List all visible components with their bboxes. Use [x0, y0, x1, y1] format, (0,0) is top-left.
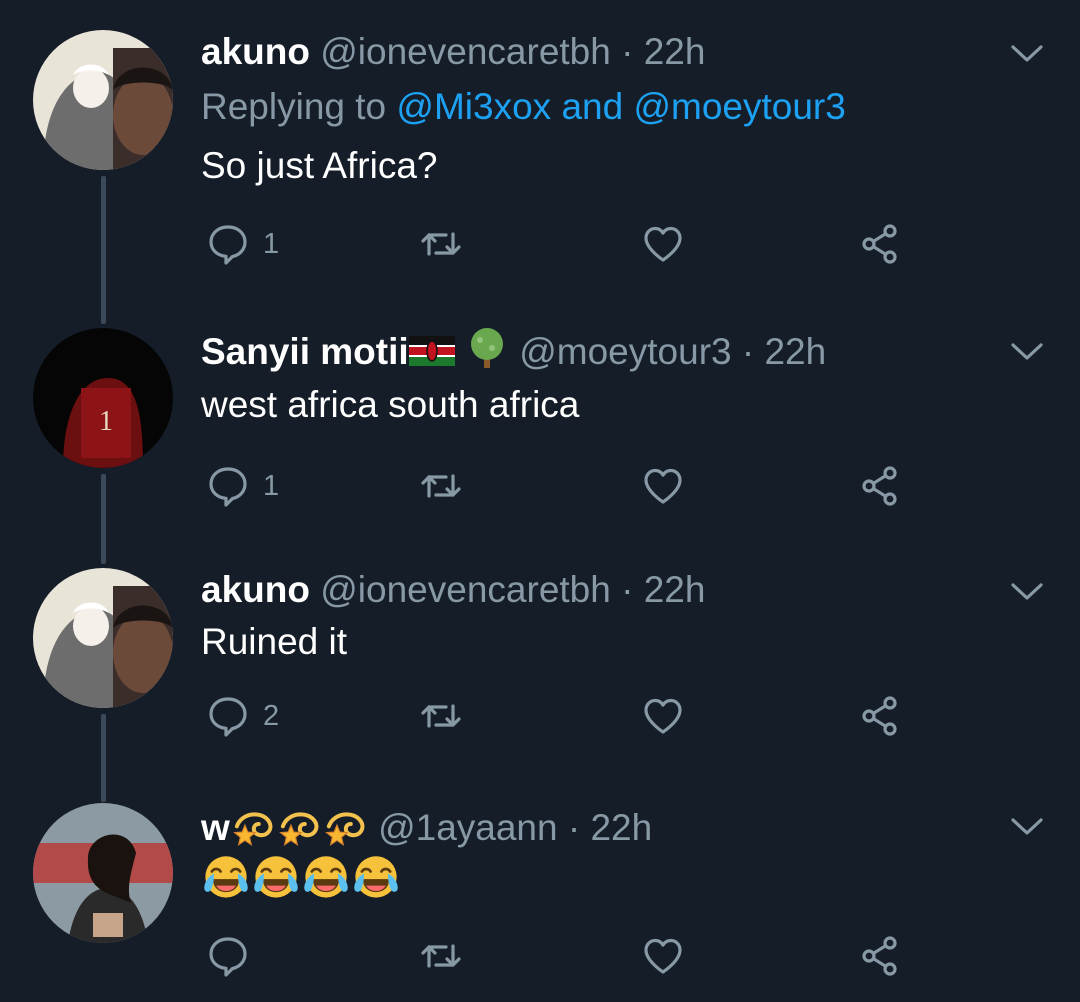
chevron-down-icon[interactable]: [1005, 811, 1049, 841]
replying-to: Replying to @Mi3xox and @moeytour3: [201, 83, 846, 131]
tweet-header: Sanyii motii @moeytour3 · 22h: [201, 326, 826, 382]
like-button[interactable]: [640, 692, 686, 740]
avatar[interactable]: [33, 30, 173, 170]
retweet-button[interactable]: [418, 462, 464, 510]
tweet-header: akuno @ionevencaretbh · 22h: [201, 28, 705, 76]
share-button[interactable]: [857, 932, 903, 980]
kenya-flag-icon: [408, 330, 455, 378]
tweet-actions: [201, 932, 921, 980]
svg-text:1: 1: [99, 406, 113, 437]
thread-line: [101, 474, 106, 564]
timestamp[interactable]: 22h: [764, 331, 826, 372]
thread-line: [101, 176, 106, 324]
like-icon: [640, 221, 686, 267]
tears-of-joy-icon: [301, 853, 351, 915]
reply-button[interactable]: 1: [205, 462, 279, 510]
like-icon: [640, 933, 686, 979]
share-icon: [857, 463, 903, 509]
retweet-icon: [418, 693, 464, 739]
chevron-down-icon[interactable]: [1005, 336, 1049, 366]
tweet-actions: 1: [201, 462, 921, 510]
tree-icon: [465, 326, 509, 382]
retweet-icon: [418, 221, 464, 267]
timestamp[interactable]: 22h: [644, 31, 706, 72]
display-name[interactable]: Sanyii motii: [201, 331, 409, 372]
handle[interactable]: @1ayaann: [378, 807, 558, 848]
avatar[interactable]: [33, 803, 173, 943]
like-icon: [640, 463, 686, 509]
thread-line: [101, 714, 106, 802]
reply-icon: [205, 463, 251, 509]
like-button[interactable]: [640, 932, 686, 980]
reply-icon: [205, 221, 251, 267]
separator: ·: [621, 31, 634, 72]
reply-icon: [205, 693, 251, 739]
mention-link[interactable]: @moeytour3: [633, 86, 845, 127]
avatar[interactable]: 1: [33, 328, 173, 468]
timestamp[interactable]: 22h: [644, 569, 706, 610]
handle[interactable]: @moeytour3: [519, 331, 731, 372]
share-icon: [857, 693, 903, 739]
share-icon: [857, 221, 903, 267]
tweet-actions: 2: [201, 692, 921, 740]
tweet-actions: 1: [201, 220, 921, 268]
dizzy-star-icon: [322, 801, 368, 859]
mention-link[interactable]: @Mi3xox: [396, 86, 551, 127]
tweet-text: west africa south africa: [201, 384, 580, 425]
reply-count: 2: [263, 699, 280, 732]
timestamp[interactable]: 22h: [590, 807, 652, 848]
reply-button[interactable]: [205, 932, 263, 980]
share-button[interactable]: [857, 462, 903, 510]
display-name[interactable]: w: [201, 807, 230, 848]
tweet-header: akuno @ionevencaretbh · 22h: [201, 566, 705, 614]
retweet-icon: [418, 933, 464, 979]
tears-of-joy-icon: [251, 853, 301, 915]
tweet-text: Ruined it: [201, 621, 348, 662]
reply-icon: [205, 933, 251, 979]
reply-button[interactable]: 2: [205, 692, 279, 740]
share-icon: [857, 933, 903, 979]
retweet-icon: [418, 463, 464, 509]
display-name[interactable]: akuno: [201, 569, 310, 610]
dizzy-star-icon: [276, 801, 322, 859]
separator: ·: [567, 806, 581, 848]
retweet-button[interactable]: [418, 692, 464, 740]
like-button[interactable]: [640, 220, 686, 268]
chevron-down-icon[interactable]: [1005, 576, 1049, 606]
mention-and[interactable]: and: [561, 86, 623, 127]
reply-button[interactable]: 1: [205, 220, 279, 268]
chevron-down-icon[interactable]: [1005, 38, 1049, 68]
reply-count: 1: [263, 469, 280, 502]
like-icon: [640, 693, 686, 739]
display-name[interactable]: akuno: [201, 31, 310, 72]
avatar[interactable]: [33, 568, 173, 708]
handle[interactable]: @ionevencaretbh: [320, 569, 611, 610]
separator: ·: [621, 569, 634, 610]
share-button[interactable]: [857, 220, 903, 268]
retweet-button[interactable]: [418, 220, 464, 268]
tweet-header: w @1ayaann · 22h: [201, 801, 652, 859]
share-button[interactable]: [857, 692, 903, 740]
tweet-text: [201, 853, 401, 915]
handle[interactable]: @ionevencaretbh: [320, 31, 611, 72]
replying-to-label: Replying to: [201, 86, 387, 127]
separator: ·: [741, 330, 755, 372]
tweet-text: So just Africa?: [201, 145, 438, 186]
like-button[interactable]: [640, 462, 686, 510]
tears-of-joy-icon: [201, 853, 251, 915]
dizzy-star-icon: [230, 801, 276, 859]
tears-of-joy-icon: [351, 853, 401, 915]
retweet-button[interactable]: [418, 932, 464, 980]
reply-count: 1: [263, 227, 280, 260]
